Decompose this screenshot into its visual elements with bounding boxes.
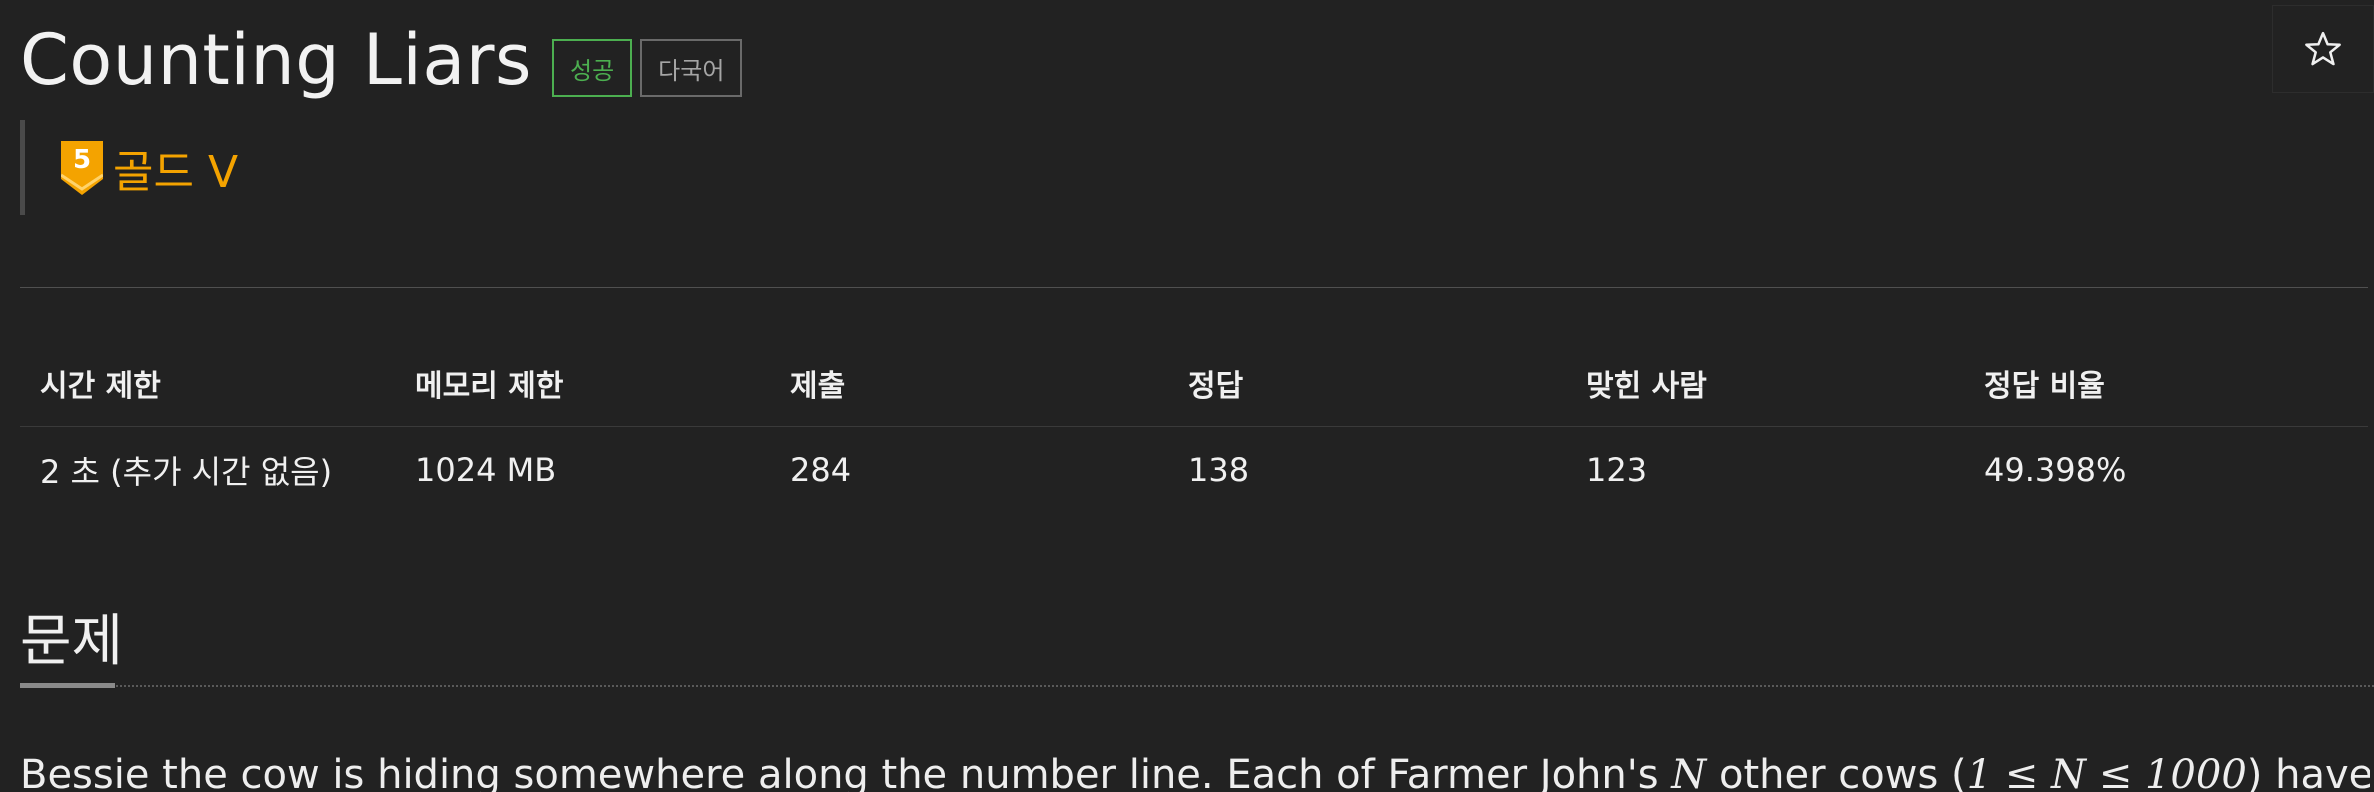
header-accepted: 정답 (1188, 369, 1244, 404)
favorite-button[interactable] (2272, 5, 2374, 93)
header-time-limit: 시간 제한 (40, 369, 161, 404)
accepted-value[interactable]: 138 (1168, 426, 1566, 513)
math-range: 1 ≤ N ≤ 1000 (1966, 752, 2247, 792)
problem-description: Bessie the cow is hiding somewhere along… (20, 752, 2370, 792)
star-outline-icon (2305, 31, 2341, 66)
section-title-problem: 문제 (20, 609, 124, 674)
tier-block: 5 골드 V (20, 120, 238, 215)
tier-number: 5 (73, 145, 91, 175)
section-divider-accent (20, 683, 115, 688)
memory-limit-value: 1024 MB (395, 426, 770, 513)
table-row: 2 초 (추가 시간 없음) 1024 MB 284 138 123 49.39… (20, 426, 2368, 513)
problem-text-mid: other cows ( (1706, 752, 1967, 792)
accept-ratio-value: 49.398% (1964, 426, 2368, 513)
solved-users-value[interactable]: 123 (1566, 426, 1964, 513)
multilang-badge[interactable]: 다국어 (640, 39, 743, 97)
problem-text-end: ) have a piece (2246, 752, 2370, 792)
time-limit-value: 2 초 (추가 시간 없음) (20, 426, 395, 513)
problem-page: Counting Liars 성공 다국어 5 골드 V 시간 제한 메모리 제… (0, 0, 2374, 792)
title-row: Counting Liars 성공 다국어 (20, 10, 743, 110)
header-solved-users: 맞힌 사람 (1586, 369, 1707, 404)
section-divider (20, 685, 2374, 687)
problem-title: Counting Liars (20, 19, 532, 101)
tier-gold-icon: 5 (61, 140, 103, 195)
problem-text-start: Bessie the cow is hiding somewhere along… (20, 752, 1672, 792)
success-badge: 성공 (551, 39, 633, 97)
header-memory-limit: 메모리 제한 (415, 369, 564, 404)
header-divider (20, 287, 2368, 288)
table-header-row: 시간 제한 메모리 제한 제출 정답 맞힌 사람 정답 비율 (20, 340, 2368, 427)
math-var-n: N (1671, 752, 1707, 792)
submissions-value[interactable]: 284 (770, 426, 1168, 513)
header-submissions: 제출 (790, 369, 846, 404)
tier-label[interactable]: 골드 V (113, 136, 238, 200)
problem-info-table: 시간 제한 메모리 제한 제출 정답 맞힌 사람 정답 비율 2 초 (추가 시… (20, 340, 2368, 513)
header-accept-ratio: 정답 비율 (1984, 369, 2105, 404)
